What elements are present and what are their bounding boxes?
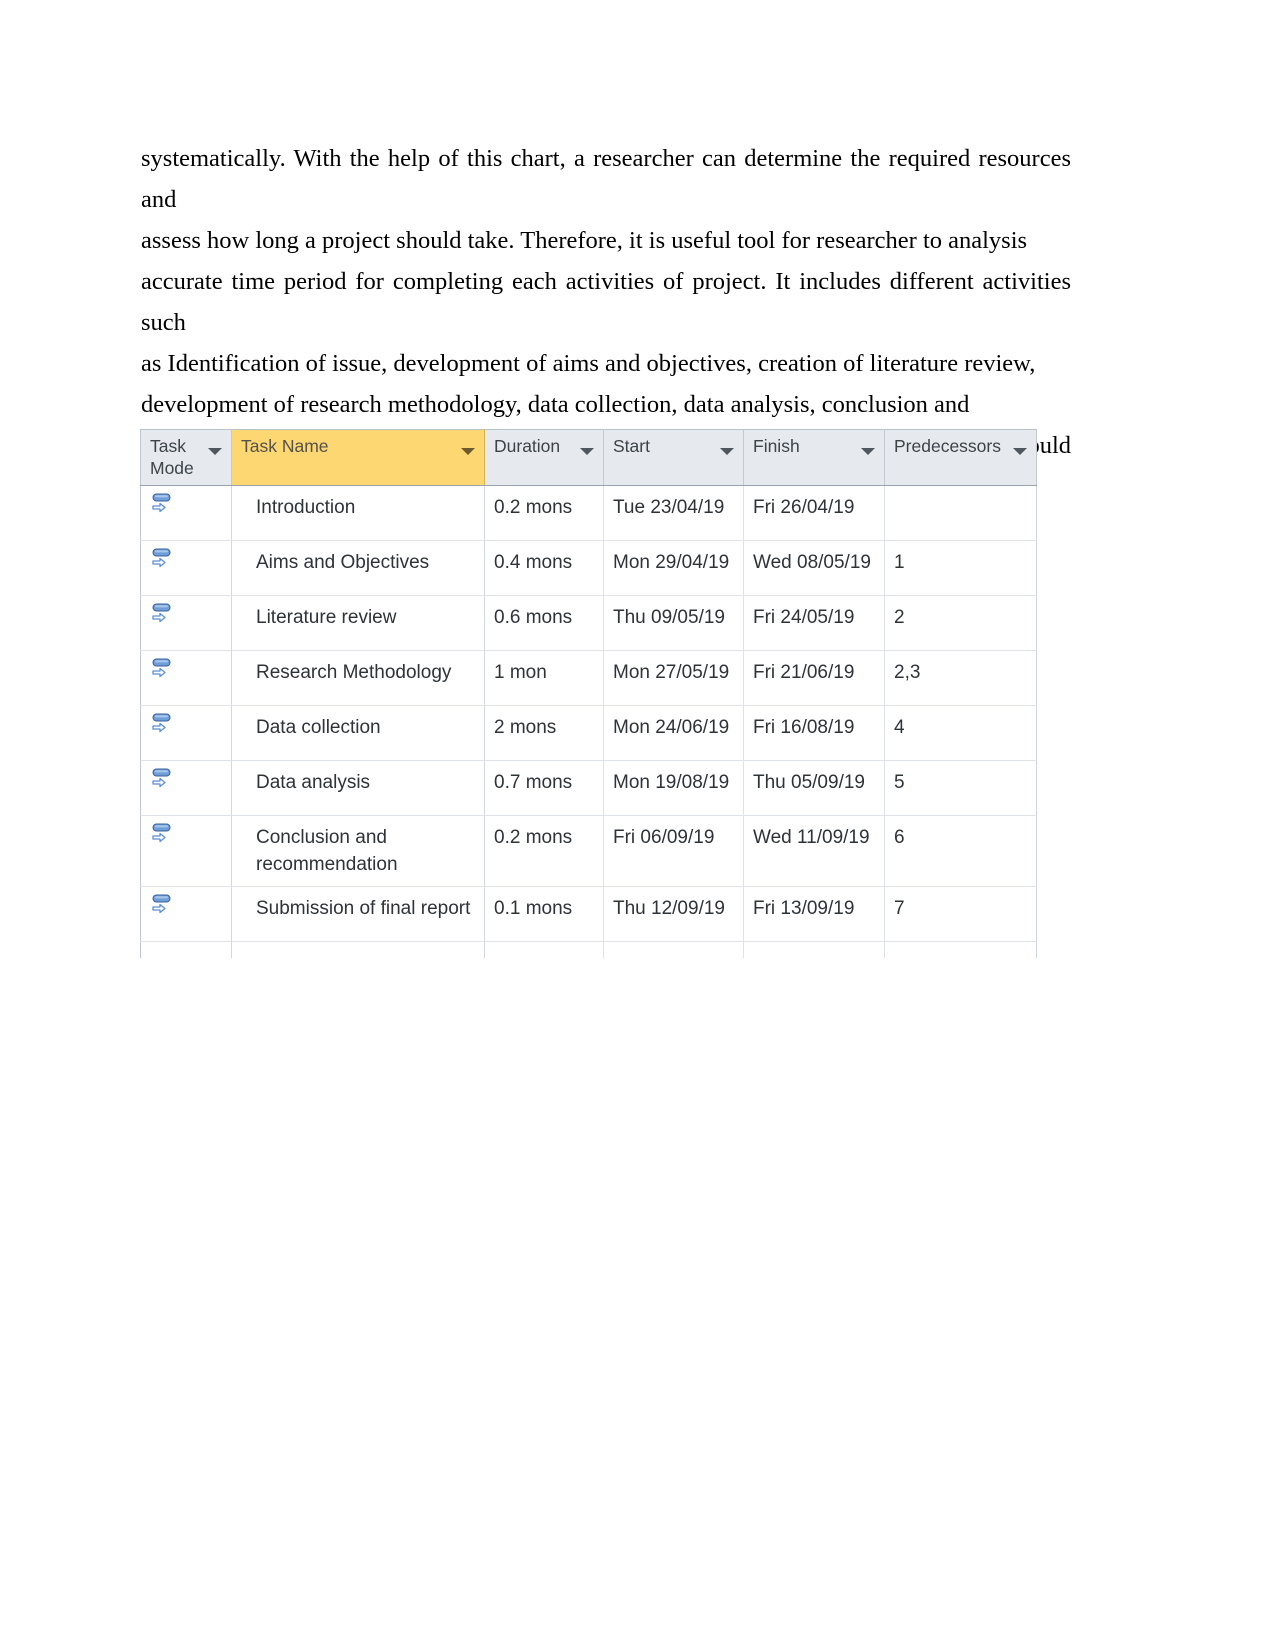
- cell-empty[interactable]: [603, 941, 744, 958]
- cell-finish[interactable]: Thu 05/09/19: [743, 760, 885, 816]
- cell-start[interactable]: Mon 19/08/19: [603, 760, 744, 816]
- manually-scheduled-task-icon: [150, 657, 231, 683]
- cell-duration[interactable]: 0.2 mons: [484, 815, 604, 887]
- cell-task-mode[interactable]: [140, 595, 232, 651]
- cell-predecessors[interactable]: 4: [884, 705, 1037, 761]
- cell-task-name[interactable]: Introduction: [231, 485, 485, 541]
- document-page: systematically. With the help of this ch…: [0, 0, 1275, 1650]
- column-header-task-mode[interactable]: Task Mode: [140, 429, 232, 486]
- column-header-start[interactable]: Start: [603, 429, 744, 486]
- paragraph-line: systematically. With the help of this ch…: [141, 145, 1071, 213]
- column-header-duration[interactable]: Duration: [484, 429, 604, 486]
- cell-predecessors[interactable]: 6: [884, 815, 1037, 887]
- filter-dropdown-icon[interactable]: [208, 448, 222, 455]
- cell-duration[interactable]: 0.2 mons: [484, 485, 604, 541]
- column-header-start-label: Start: [613, 436, 650, 456]
- column-header-predecessors-label: Predecessors: [894, 436, 1001, 456]
- filter-dropdown-icon[interactable]: [1013, 448, 1027, 455]
- paragraph-line: assess how long a project should take. T…: [141, 227, 1028, 254]
- cell-empty[interactable]: [140, 941, 232, 958]
- cell-task-name[interactable]: Conclusion and recommendation: [231, 815, 485, 887]
- manually-scheduled-task-icon: [150, 767, 231, 793]
- filter-dropdown-icon[interactable]: [861, 448, 875, 455]
- column-header-predecessors[interactable]: Predecessors: [884, 429, 1037, 486]
- paragraph-line: accurate time period for completing each…: [141, 268, 1071, 336]
- cell-task-mode[interactable]: [140, 540, 232, 596]
- cell-predecessors[interactable]: 5: [884, 760, 1037, 816]
- gantt-task-table: Task Mode Task Name Duration Start Finis…: [140, 429, 1037, 958]
- cell-start[interactable]: Tue 23/04/19: [603, 485, 744, 541]
- cell-predecessors[interactable]: [884, 485, 1037, 541]
- cell-empty[interactable]: [484, 941, 604, 958]
- cell-empty[interactable]: [231, 941, 485, 958]
- cell-finish[interactable]: Fri 24/05/19: [743, 595, 885, 651]
- column-header-finish[interactable]: Finish: [743, 429, 885, 486]
- column-header-finish-label: Finish: [753, 436, 800, 456]
- cell-task-mode[interactable]: [140, 886, 232, 942]
- cell-finish[interactable]: Fri 16/08/19: [743, 705, 885, 761]
- cell-task-mode[interactable]: [140, 760, 232, 816]
- paragraph-line: development of research methodology, dat…: [141, 391, 970, 418]
- cell-duration[interactable]: 2 mons: [484, 705, 604, 761]
- cell-task-name[interactable]: Submission of final report: [231, 886, 485, 942]
- manually-scheduled-task-icon: [150, 547, 231, 573]
- cell-task-mode[interactable]: [140, 485, 232, 541]
- manually-scheduled-task-icon: [150, 602, 231, 628]
- filter-dropdown-icon[interactable]: [580, 448, 594, 455]
- table-row[interactable]: Conclusion and recommendation 0.2 mons Fri…: [140, 815, 1037, 887]
- cell-start[interactable]: Mon 24/06/19: [603, 705, 744, 761]
- paragraph-line: as Identification of issue, development …: [141, 350, 1036, 377]
- cell-predecessors[interactable]: 1: [884, 540, 1037, 596]
- cell-task-name[interactable]: Data analysis: [231, 760, 485, 816]
- table-row[interactable]: Data analysis 0.7 mons Mon 19/08/19 Thu 05/…: [140, 760, 1037, 816]
- cell-start[interactable]: Mon 27/05/19: [603, 650, 744, 706]
- cell-start[interactable]: Mon 29/04/19: [603, 540, 744, 596]
- column-header-task-mode-label: Task Mode: [150, 436, 194, 478]
- cell-finish[interactable]: Wed 08/05/19: [743, 540, 885, 596]
- cell-task-name[interactable]: Literature review: [231, 595, 485, 651]
- cell-task-name[interactable]: Research Methodology: [231, 650, 485, 706]
- column-header-task-name[interactable]: Task Name: [231, 429, 485, 486]
- cell-start[interactable]: Fri 06/09/19: [603, 815, 744, 887]
- manually-scheduled-task-icon: [150, 492, 231, 518]
- cell-predecessors[interactable]: 2: [884, 595, 1037, 651]
- table-row[interactable]: Data collection 2 mons Mon 24/06/19 Fri 16/…: [140, 705, 1037, 761]
- cell-task-mode[interactable]: [140, 705, 232, 761]
- cell-start[interactable]: Thu 12/09/19: [603, 886, 744, 942]
- table-row[interactable]: Aims and Objectives 0.4 mons Mon 29/04/19 W…: [140, 540, 1037, 596]
- table-row-empty[interactable]: [140, 941, 1037, 958]
- cell-task-mode[interactable]: [140, 815, 232, 887]
- table-row[interactable]: Submission of final report 0.1 mons Thu 12…: [140, 886, 1037, 942]
- cell-predecessors[interactable]: 7: [884, 886, 1037, 942]
- table-row[interactable]: Literature review 0.6 mons Thu 09/05/19 Fri…: [140, 595, 1037, 651]
- cell-finish[interactable]: Fri 21/06/19: [743, 650, 885, 706]
- filter-dropdown-icon[interactable]: [720, 448, 734, 455]
- manually-scheduled-task-icon: [150, 712, 231, 738]
- cell-empty[interactable]: [884, 941, 1037, 958]
- cell-duration[interactable]: 0.1 mons: [484, 886, 604, 942]
- filter-dropdown-icon[interactable]: [461, 448, 475, 455]
- cell-duration[interactable]: 0.7 mons: [484, 760, 604, 816]
- column-header-task-name-label: Task Name: [241, 436, 329, 456]
- cell-finish[interactable]: Fri 13/09/19: [743, 886, 885, 942]
- table-row[interactable]: Introduction 0.2 mons Tue 23/04/19 Fri 26/0…: [140, 485, 1037, 541]
- cell-task-name[interactable]: Data collection: [231, 705, 485, 761]
- cell-predecessors[interactable]: 2,3: [884, 650, 1037, 706]
- cell-finish[interactable]: Fri 26/04/19: [743, 485, 885, 541]
- manually-scheduled-task-icon: [150, 822, 231, 848]
- manually-scheduled-task-icon: [150, 893, 231, 919]
- table-row[interactable]: Research Methodology 1 mon Mon 27/05/19 Fri…: [140, 650, 1037, 706]
- cell-duration[interactable]: 0.6 mons: [484, 595, 604, 651]
- table-body: Introduction 0.2 mons Tue 23/04/19 Fri 26/0…: [140, 485, 1037, 958]
- cell-empty[interactable]: [743, 941, 885, 958]
- cell-task-mode[interactable]: [140, 650, 232, 706]
- cell-duration[interactable]: 0.4 mons: [484, 540, 604, 596]
- cell-duration[interactable]: 1 mon: [484, 650, 604, 706]
- table-header-row: Task Mode Task Name Duration Start Finis…: [140, 429, 1037, 486]
- cell-finish[interactable]: Wed 11/09/19: [743, 815, 885, 887]
- cell-start[interactable]: Thu 09/05/19: [603, 595, 744, 651]
- cell-task-name[interactable]: Aims and Objectives: [231, 540, 485, 596]
